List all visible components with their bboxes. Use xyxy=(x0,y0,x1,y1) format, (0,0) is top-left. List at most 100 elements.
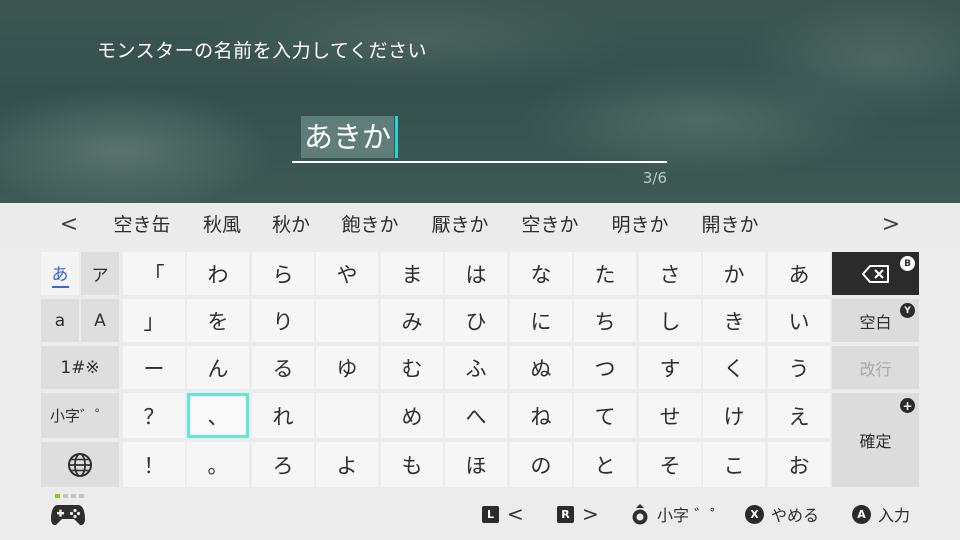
kana-key[interactable]: ？ xyxy=(123,393,185,438)
a-button-badge: A xyxy=(852,504,871,524)
stick-hint-label: 小字 ゛゜ xyxy=(657,506,727,525)
kana-key[interactable]: も xyxy=(381,442,443,487)
kana-key[interactable]: 、 xyxy=(187,393,249,438)
kana-key[interactable]: る xyxy=(252,346,314,389)
suggestion-next-arrow[interactable]: > xyxy=(876,203,906,247)
kana-key[interactable]: ゆ xyxy=(316,346,378,389)
mode-alpha-upper-key[interactable]: A xyxy=(81,299,119,342)
kana-key[interactable]: お xyxy=(768,442,830,487)
kana-key[interactable]: ふ xyxy=(445,346,507,389)
suggestion-item[interactable]: 飽きか xyxy=(334,203,406,247)
kana-key[interactable]: れ xyxy=(252,393,314,438)
prompt-text: モンスターの名前を入力してください xyxy=(97,40,427,62)
name-input-field[interactable]: あきか xyxy=(292,113,667,163)
empty-key xyxy=(316,299,378,342)
suggestion-item[interactable]: 空き缶 xyxy=(106,203,178,247)
kana-key[interactable]: を xyxy=(187,299,249,342)
kana-key[interactable]: 。 xyxy=(187,442,249,487)
suggestion-item[interactable]: 開きか xyxy=(694,203,766,247)
kana-key[interactable]: へ xyxy=(445,393,507,438)
kana-key[interactable]: ま xyxy=(381,252,443,295)
kana-key[interactable]: ち xyxy=(574,299,636,342)
hint-x-cancel[interactable]: X やめる xyxy=(745,502,819,526)
space-key[interactable]: 空白 Y xyxy=(832,299,919,342)
kana-key[interactable]: む xyxy=(381,346,443,389)
kana-key[interactable]: ぬ xyxy=(510,346,572,389)
hint-l-prev[interactable]: L < xyxy=(482,502,524,526)
kana-key[interactable]: ！ xyxy=(123,442,185,487)
kana-key[interactable]: ほ xyxy=(445,442,507,487)
kana-key[interactable]: め xyxy=(381,393,443,438)
cancel-hint-label: やめる xyxy=(771,506,820,525)
kana-key[interactable]: ひ xyxy=(445,299,507,342)
kana-key[interactable]: く xyxy=(703,346,765,389)
newline-key: 改行 xyxy=(832,346,919,389)
kana-key[interactable]: み xyxy=(381,299,443,342)
controller-icon xyxy=(51,505,85,526)
kana-key[interactable]: ー xyxy=(123,346,185,389)
r-button-badge: R xyxy=(557,505,574,523)
suggestion-prev-arrow[interactable]: < xyxy=(54,203,84,247)
hint-r-next[interactable]: R > xyxy=(557,502,599,526)
kana-key[interactable]: よ xyxy=(316,442,378,487)
suggestion-bar: < 空き缶 秋風 秋か 飽きか 厭きか 空きか 明きか 開きか > xyxy=(0,203,960,247)
kana-key[interactable]: り xyxy=(252,299,314,342)
kana-key[interactable]: え xyxy=(768,393,830,438)
chevron-right-icon: > xyxy=(582,502,599,526)
kana-key[interactable]: や xyxy=(316,252,378,295)
kana-key[interactable]: ろ xyxy=(252,442,314,487)
kana-key[interactable]: つ xyxy=(574,346,636,389)
mode-symbols-key[interactable]: 1#※ xyxy=(41,346,119,389)
kana-key[interactable]: か xyxy=(703,252,765,295)
kana-key[interactable]: さ xyxy=(639,252,701,295)
kana-key[interactable]: 」 xyxy=(123,299,185,342)
mode-hiragana-label: あ xyxy=(51,260,69,288)
hint-stick-small-kana[interactable]: 小字 ゛゜ xyxy=(630,502,726,526)
kana-key[interactable]: こ xyxy=(703,442,765,487)
suggestion-item[interactable]: 空きか xyxy=(514,203,586,247)
kana-key[interactable]: と xyxy=(574,442,636,487)
kana-key[interactable]: し xyxy=(639,299,701,342)
kana-key[interactable]: の xyxy=(510,442,572,487)
kana-key[interactable]: ら xyxy=(252,252,314,295)
mode-hiragana-key[interactable]: あ xyxy=(41,252,79,295)
kana-key[interactable]: け xyxy=(703,393,765,438)
kana-key[interactable]: う xyxy=(768,346,830,389)
kana-key[interactable]: き xyxy=(703,299,765,342)
language-key[interactable] xyxy=(41,442,119,487)
l-button-badge: L xyxy=(482,505,499,523)
kana-key[interactable]: な xyxy=(510,252,572,295)
b-button-badge: B xyxy=(900,256,915,271)
confirm-key[interactable]: 確定 + xyxy=(832,393,919,487)
kana-key[interactable]: に xyxy=(510,299,572,342)
kana-key[interactable]: て xyxy=(574,393,636,438)
kana-key[interactable]: せ xyxy=(639,393,701,438)
y-button-badge: Y xyxy=(900,303,915,318)
small-kana-toggle-key[interactable]: 小字゛゜ xyxy=(41,393,119,438)
kana-key[interactable]: そ xyxy=(639,442,701,487)
suggestion-item[interactable]: 厭きか xyxy=(424,203,496,247)
kana-key[interactable]: た xyxy=(574,252,636,295)
kana-key[interactable]: ん xyxy=(187,346,249,389)
space-key-label: 空白 xyxy=(859,312,892,332)
chevron-left-icon: < xyxy=(507,502,524,526)
empty-key xyxy=(316,393,378,438)
hint-a-input[interactable]: A 入力 xyxy=(852,502,910,526)
plus-button-badge: + xyxy=(900,398,915,413)
suggestion-item[interactable]: 明きか xyxy=(604,203,676,247)
kana-key[interactable]: は xyxy=(445,252,507,295)
kana-key[interactable]: わ xyxy=(187,252,249,295)
kana-key[interactable]: す xyxy=(639,346,701,389)
confirm-key-label: 確定 xyxy=(859,432,892,451)
x-button-badge: X xyxy=(745,504,764,524)
suggestion-item[interactable]: 秋か xyxy=(266,203,316,247)
kana-key[interactable]: ね xyxy=(510,393,572,438)
kana-key[interactable]: い xyxy=(768,299,830,342)
mode-katakana-key[interactable]: ア xyxy=(81,252,119,295)
mode-alpha-lower-key[interactable]: a xyxy=(41,299,79,342)
suggestion-item[interactable]: 秋風 xyxy=(196,203,248,247)
character-count: 3/6 xyxy=(642,169,667,187)
kana-key[interactable]: 「 xyxy=(123,252,185,295)
backspace-key[interactable]: B xyxy=(832,252,919,295)
kana-key[interactable]: あ xyxy=(768,252,830,295)
